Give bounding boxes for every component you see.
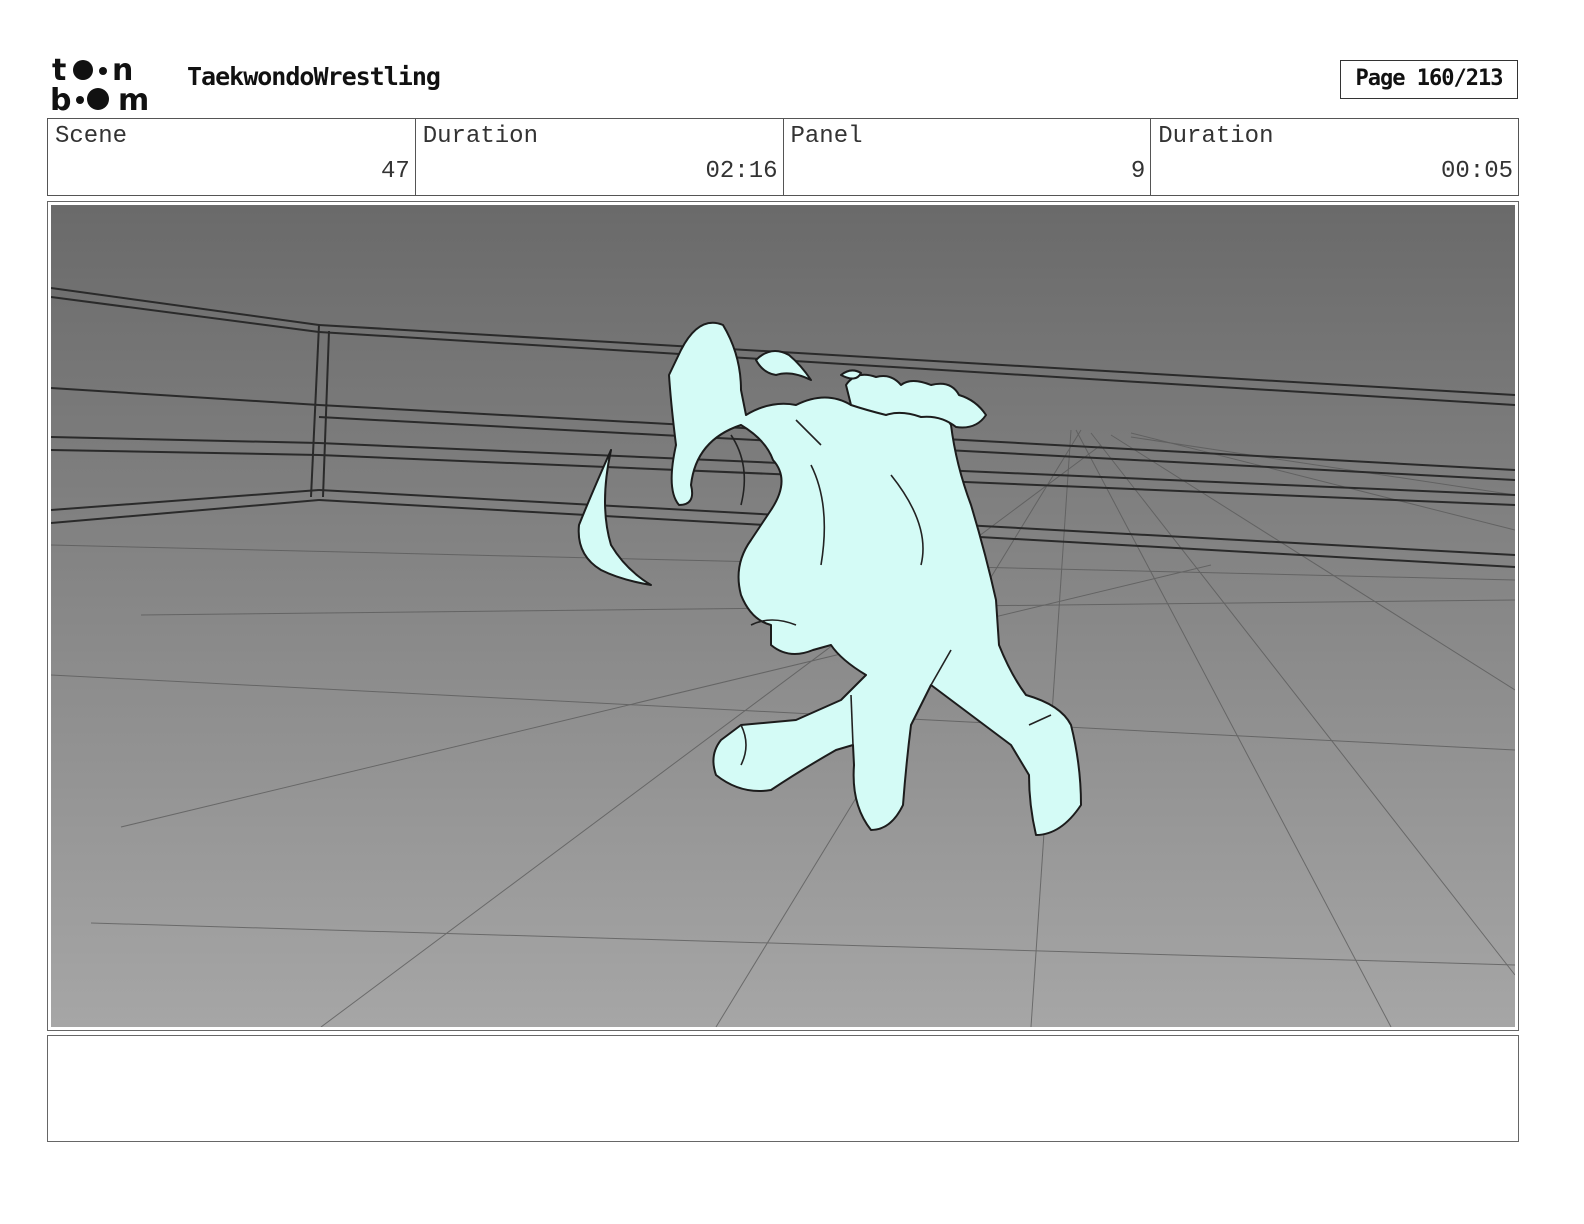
scene-cell: Scene 47 xyxy=(48,119,416,195)
panel-duration-value: 00:05 xyxy=(1440,158,1513,185)
panel-cell: Panel 9 xyxy=(784,119,1152,195)
panel-info-table: Scene 47 Duration 02:16 Panel 9 Duration… xyxy=(47,118,1519,196)
notes-text xyxy=(48,1036,1518,1052)
panel-duration-cell: Duration 00:05 xyxy=(1151,119,1518,195)
svg-text:b: b xyxy=(50,83,71,114)
scene-duration-value: 02:16 xyxy=(705,158,778,185)
panel-duration-label: Duration xyxy=(1158,123,1274,150)
toonboom-logo: t n b m xyxy=(50,53,149,114)
scene-label: Scene xyxy=(55,123,128,150)
page-number: Page 160/213 xyxy=(1340,60,1518,99)
scene-value: 47 xyxy=(380,158,410,185)
panel-value: 9 xyxy=(1130,158,1146,185)
project-title: TaekwondoWrestling xyxy=(187,62,441,91)
svg-text:m: m xyxy=(118,83,149,114)
panel-label: Panel xyxy=(790,123,863,150)
storyboard-panel-image xyxy=(51,205,1515,1027)
notes-box xyxy=(47,1035,1519,1142)
scene-duration-label: Duration xyxy=(422,123,538,150)
scene-duration-cell: Duration 02:16 xyxy=(416,119,784,195)
